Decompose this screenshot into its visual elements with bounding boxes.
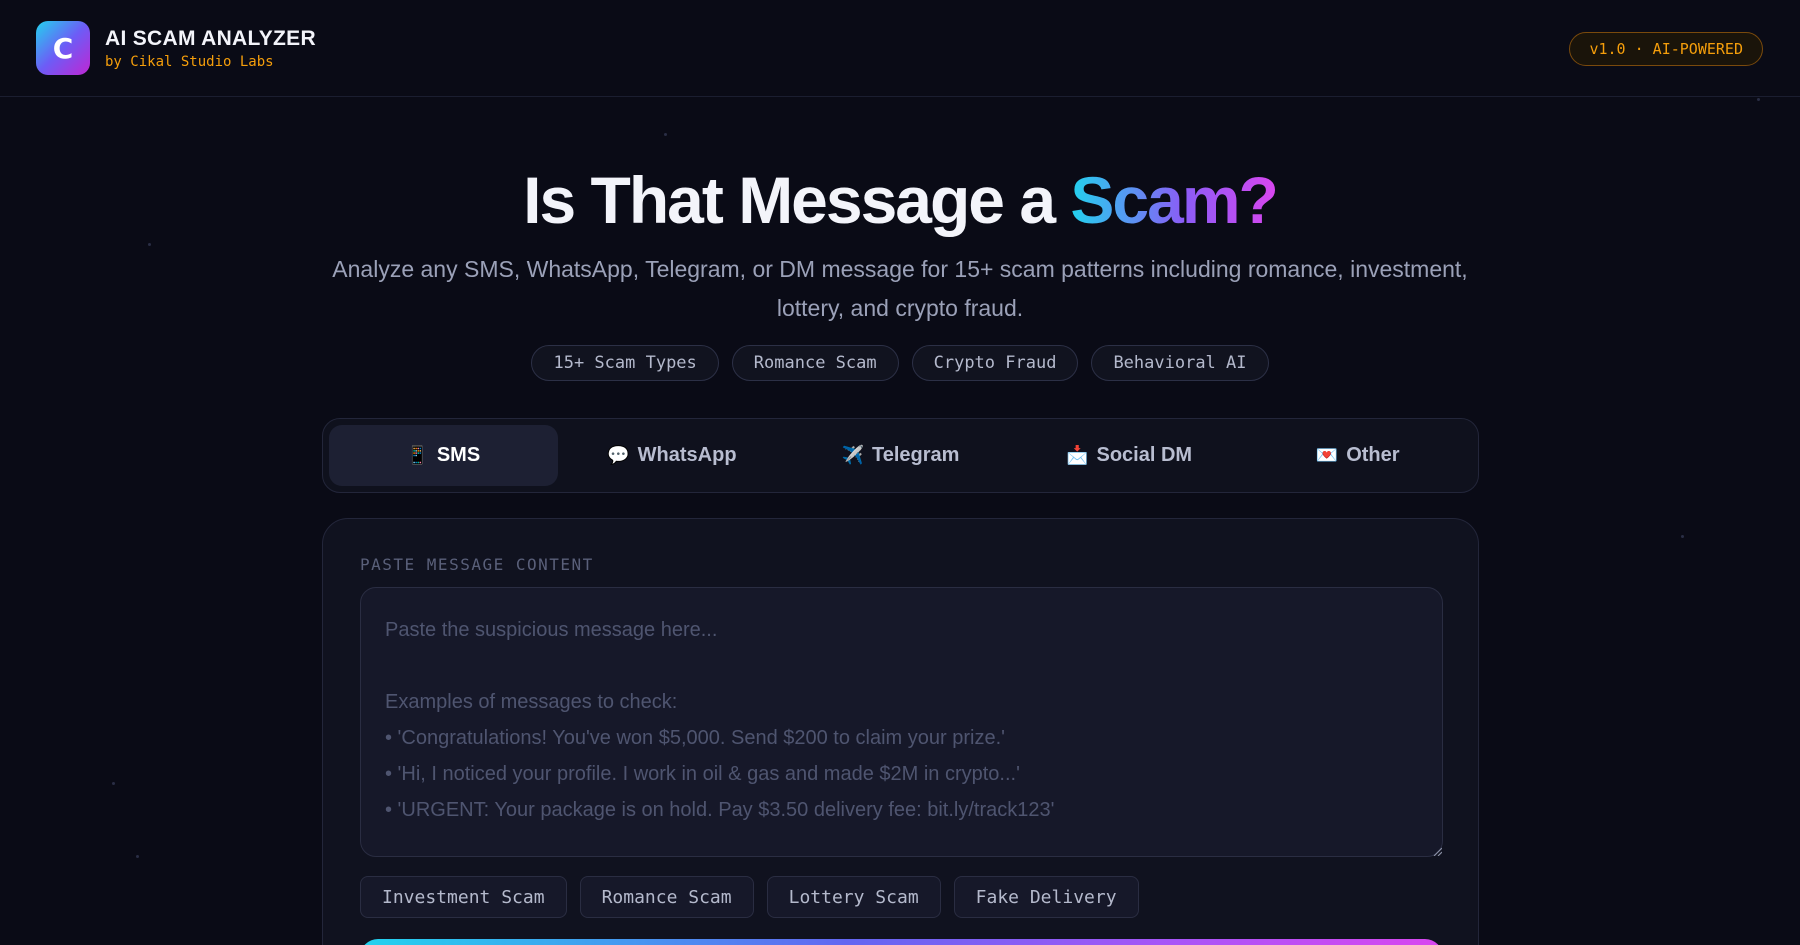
example-chips: Investment Scam Romance Scam Lottery Sca… (360, 876, 1139, 918)
phone-icon: 📱 (406, 445, 429, 465)
feature-pill: Behavioral AI (1091, 345, 1269, 381)
star-decoration (664, 133, 667, 136)
envelope-icon: 📩 (1066, 445, 1089, 465)
tab-label: Telegram (871, 444, 960, 466)
analyze-button[interactable] (360, 939, 1443, 945)
hero-subtitle: Analyze any SMS, WhatsApp, Telegram, or … (332, 256, 1468, 321)
star-decoration (1681, 535, 1684, 538)
platform-tabs: 📱 SMS 💬 WhatsApp ✈️ Telegram 📩 Social DM… (322, 418, 1479, 493)
message-textarea[interactable]: Paste the suspicious message here... Exa… (360, 587, 1443, 857)
brand-block: AI SCAM ANALYZER by Cikal Studio Labs (105, 27, 316, 70)
tab-whatsapp[interactable]: 💬 WhatsApp (558, 425, 787, 486)
example-chip-delivery[interactable]: Fake Delivery (953, 876, 1139, 918)
resize-handle-icon[interactable] (1432, 846, 1442, 856)
example-chip-romance[interactable]: Romance Scam (579, 876, 754, 918)
tab-label: Other (1346, 444, 1400, 466)
airplane-icon: ✈️ (841, 445, 864, 465)
message-field-label: PASTE MESSAGE CONTENT (360, 555, 594, 574)
star-decoration (112, 782, 115, 785)
hero-title: Is That Message a Scam? (0, 162, 1800, 238)
speech-bubble-icon: 💬 (607, 445, 630, 465)
feature-pill: Romance Scam (731, 345, 899, 381)
tab-other[interactable]: 💌 Other (1243, 425, 1472, 486)
app-subtitle: by Cikal Studio Labs (105, 53, 274, 70)
hero-title-highlight: Scam? (1070, 163, 1278, 237)
love-letter-icon: 💌 (1315, 445, 1339, 465)
feature-pill: Crypto Fraud (911, 345, 1079, 381)
version-badge: v1.0 · AI-POWERED (1569, 32, 1763, 66)
feature-pills: 15+ Scam Types Romance Scam Crypto Fraud… (0, 345, 1800, 381)
hero-title-main: Is That Message a (523, 163, 1071, 237)
star-decoration (1757, 98, 1760, 101)
tab-social-dm[interactable]: 📩 Social DM (1015, 425, 1244, 486)
tab-label: SMS (436, 444, 481, 466)
tab-sms[interactable]: 📱 SMS (329, 425, 558, 486)
tab-telegram[interactable]: ✈️ Telegram (786, 425, 1015, 486)
star-decoration (148, 243, 151, 246)
tab-label: Social DM (1096, 444, 1193, 466)
tab-label: WhatsApp (637, 444, 737, 466)
analyzer-card: PASTE MESSAGE CONTENT Paste the suspicio… (322, 518, 1479, 945)
app-title: AI SCAM ANALYZER (105, 26, 316, 50)
feature-pill: 15+ Scam Types (531, 345, 719, 381)
logo-letter: C (52, 31, 74, 65)
star-decoration (136, 855, 139, 858)
example-chip-lottery[interactable]: Lottery Scam (766, 876, 941, 918)
app-header: C AI SCAM ANALYZER by Cikal Studio Labs … (0, 0, 1800, 97)
app-logo[interactable]: C (36, 21, 90, 75)
page: C AI SCAM ANALYZER by Cikal Studio Labs … (0, 0, 1800, 945)
example-chip-investment[interactable]: Investment Scam (360, 876, 567, 918)
